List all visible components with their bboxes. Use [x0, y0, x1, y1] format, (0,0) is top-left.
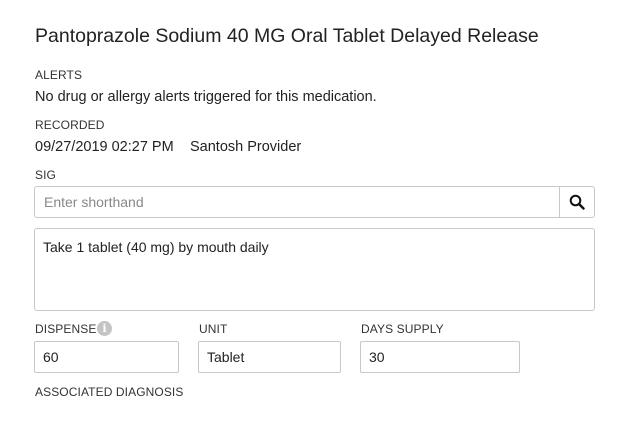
dispense-field[interactable]: 60 — [34, 341, 179, 373]
days-supply-label: DAYS SUPPLY — [361, 322, 444, 336]
unit-field[interactable]: Tablet — [198, 341, 341, 373]
recorded-label: RECORDED — [35, 118, 105, 132]
unit-label: UNIT — [199, 322, 228, 336]
recorded-datetime: 09/27/2019 02:27 PM — [35, 139, 174, 155]
alerts-label: ALERTS — [35, 68, 83, 82]
search-icon — [569, 194, 585, 210]
sig-text-area[interactable]: Take 1 tablet (40 mg) by mouth daily — [34, 228, 595, 311]
medication-title: Pantoprazole Sodium 40 MG Oral Tablet De… — [35, 25, 539, 47]
shorthand-input[interactable] — [35, 187, 559, 217]
days-supply-field[interactable]: 30 — [360, 341, 520, 373]
associated-diagnosis-label: ASSOCIATED DIAGNOSIS — [35, 385, 184, 399]
info-icon[interactable]: i — [97, 321, 112, 336]
sig-label: SIG — [35, 168, 56, 182]
recorded-provider: Santosh Provider — [190, 139, 302, 155]
dispense-label: DISPENSE — [35, 322, 97, 336]
shorthand-search-box — [34, 186, 595, 218]
search-button[interactable] — [559, 187, 594, 217]
alerts-text: No drug or allergy alerts triggered for … — [35, 89, 377, 105]
